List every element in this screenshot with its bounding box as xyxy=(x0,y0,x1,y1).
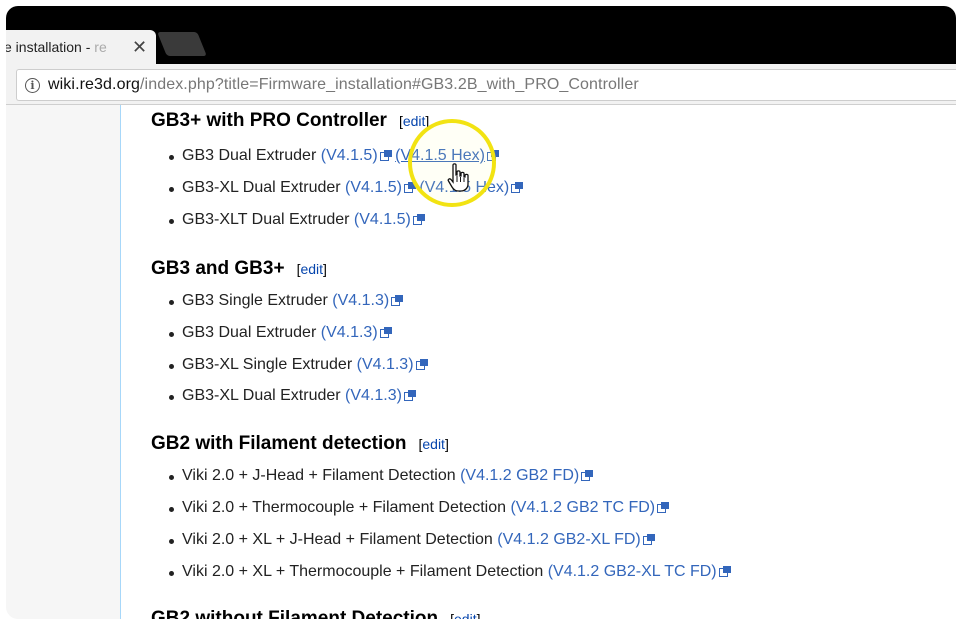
list-item: GB3 Dual Extruder (V4.1.3) xyxy=(166,324,392,342)
firmware-link[interactable]: (V4.1.3) xyxy=(321,324,378,341)
edit-section-link: [edit] xyxy=(296,261,327,277)
new-tab-button[interactable] xyxy=(157,32,207,56)
tab-close-icon[interactable]: ✕ xyxy=(132,38,147,56)
section-heading-gb2-no-filament: GB2 without Filament Detection [edit] xyxy=(151,608,480,619)
hand-cursor-icon xyxy=(447,163,469,192)
list-item: Viki 2.0 + J-Head + Filament Detection (… xyxy=(166,467,594,485)
firmware-link[interactable]: (V4.1.5) xyxy=(345,179,402,196)
edit-link[interactable]: edit xyxy=(403,113,426,129)
list-item: GB3-XLT Dual Extruder (V4.1.5) xyxy=(166,211,425,229)
browser-toolbar: i wiki.re3d.org/index.php?title=Firmware… xyxy=(6,64,956,105)
wiki-sidebar xyxy=(6,105,121,619)
list-item: GB3 Single Extruder (V4.1.3) xyxy=(166,292,404,310)
edit-section-link: [edit] xyxy=(398,113,430,129)
external-link-icon xyxy=(415,359,428,370)
edit-link[interactable]: edit xyxy=(300,261,323,277)
edit-section-link: [edit] xyxy=(450,611,480,619)
firmware-link[interactable]: (V4.1.3) xyxy=(345,387,402,404)
external-link-icon xyxy=(657,502,670,513)
external-link-icon xyxy=(642,534,655,545)
external-link-icon xyxy=(379,150,392,161)
tab-strip: e installation - re ✕ xyxy=(6,6,956,64)
list-item: Viki 2.0 + XL + J-Head + Filament Detect… xyxy=(166,531,655,549)
external-link-icon xyxy=(379,327,392,338)
firmware-link[interactable]: (V4.1.5) xyxy=(354,211,411,228)
edit-section-link: [edit] xyxy=(418,436,449,452)
external-link-icon xyxy=(391,295,404,306)
firmware-link[interactable]: (V4.1.2 GB2-XL FD) xyxy=(497,531,640,548)
section-heading-gb3-gb3plus: GB3 and GB3+ [edit] xyxy=(151,258,327,279)
external-link-icon xyxy=(718,566,731,577)
list-item: Viki 2.0 + XL + Thermocouple + Filament … xyxy=(166,563,731,581)
firmware-link[interactable]: (V4.1.5) xyxy=(321,147,378,164)
firmware-link[interactable]: (V4.1.3) xyxy=(357,356,414,373)
address-bar[interactable]: i wiki.re3d.org/index.php?title=Firmware… xyxy=(16,69,956,101)
external-link-icon xyxy=(403,390,416,401)
edit-link[interactable]: edit xyxy=(454,611,477,619)
edit-link[interactable]: edit xyxy=(422,436,445,452)
list-item: GB3-XL Dual Extruder (V4.1.3) xyxy=(166,387,416,405)
list-item: Viki 2.0 + Thermocouple + Filament Detec… xyxy=(166,499,670,517)
external-link-icon xyxy=(412,214,425,225)
external-link-icon xyxy=(581,470,594,481)
list-item: GB3-XL Single Extruder (V4.1.3) xyxy=(166,356,428,374)
browser-tab[interactable]: e installation - re ✕ xyxy=(6,30,156,64)
section-heading-gb2-filament: GB2 with Filament detection [edit] xyxy=(151,433,449,454)
browser-window: e installation - re ✕ i wiki.re3d.org/in… xyxy=(6,6,956,619)
info-icon[interactable]: i xyxy=(25,77,40,93)
url-text[interactable]: wiki.re3d.org/index.php?title=Firmware_i… xyxy=(48,76,639,94)
external-link-icon xyxy=(511,182,524,193)
tab-title: e installation - re xyxy=(6,39,107,55)
firmware-link[interactable]: (V4.1.2 GB2 TC FD) xyxy=(510,499,655,516)
firmware-link[interactable]: (V4.1.3) xyxy=(332,292,389,309)
firmware-link[interactable]: (V4.1.2 GB2-XL TC FD) xyxy=(548,563,717,580)
section-heading-gb3plus-pro: GB3+ with PRO Controller [edit] xyxy=(151,110,430,131)
firmware-link[interactable]: (V4.1.2 GB2 FD) xyxy=(460,467,579,484)
